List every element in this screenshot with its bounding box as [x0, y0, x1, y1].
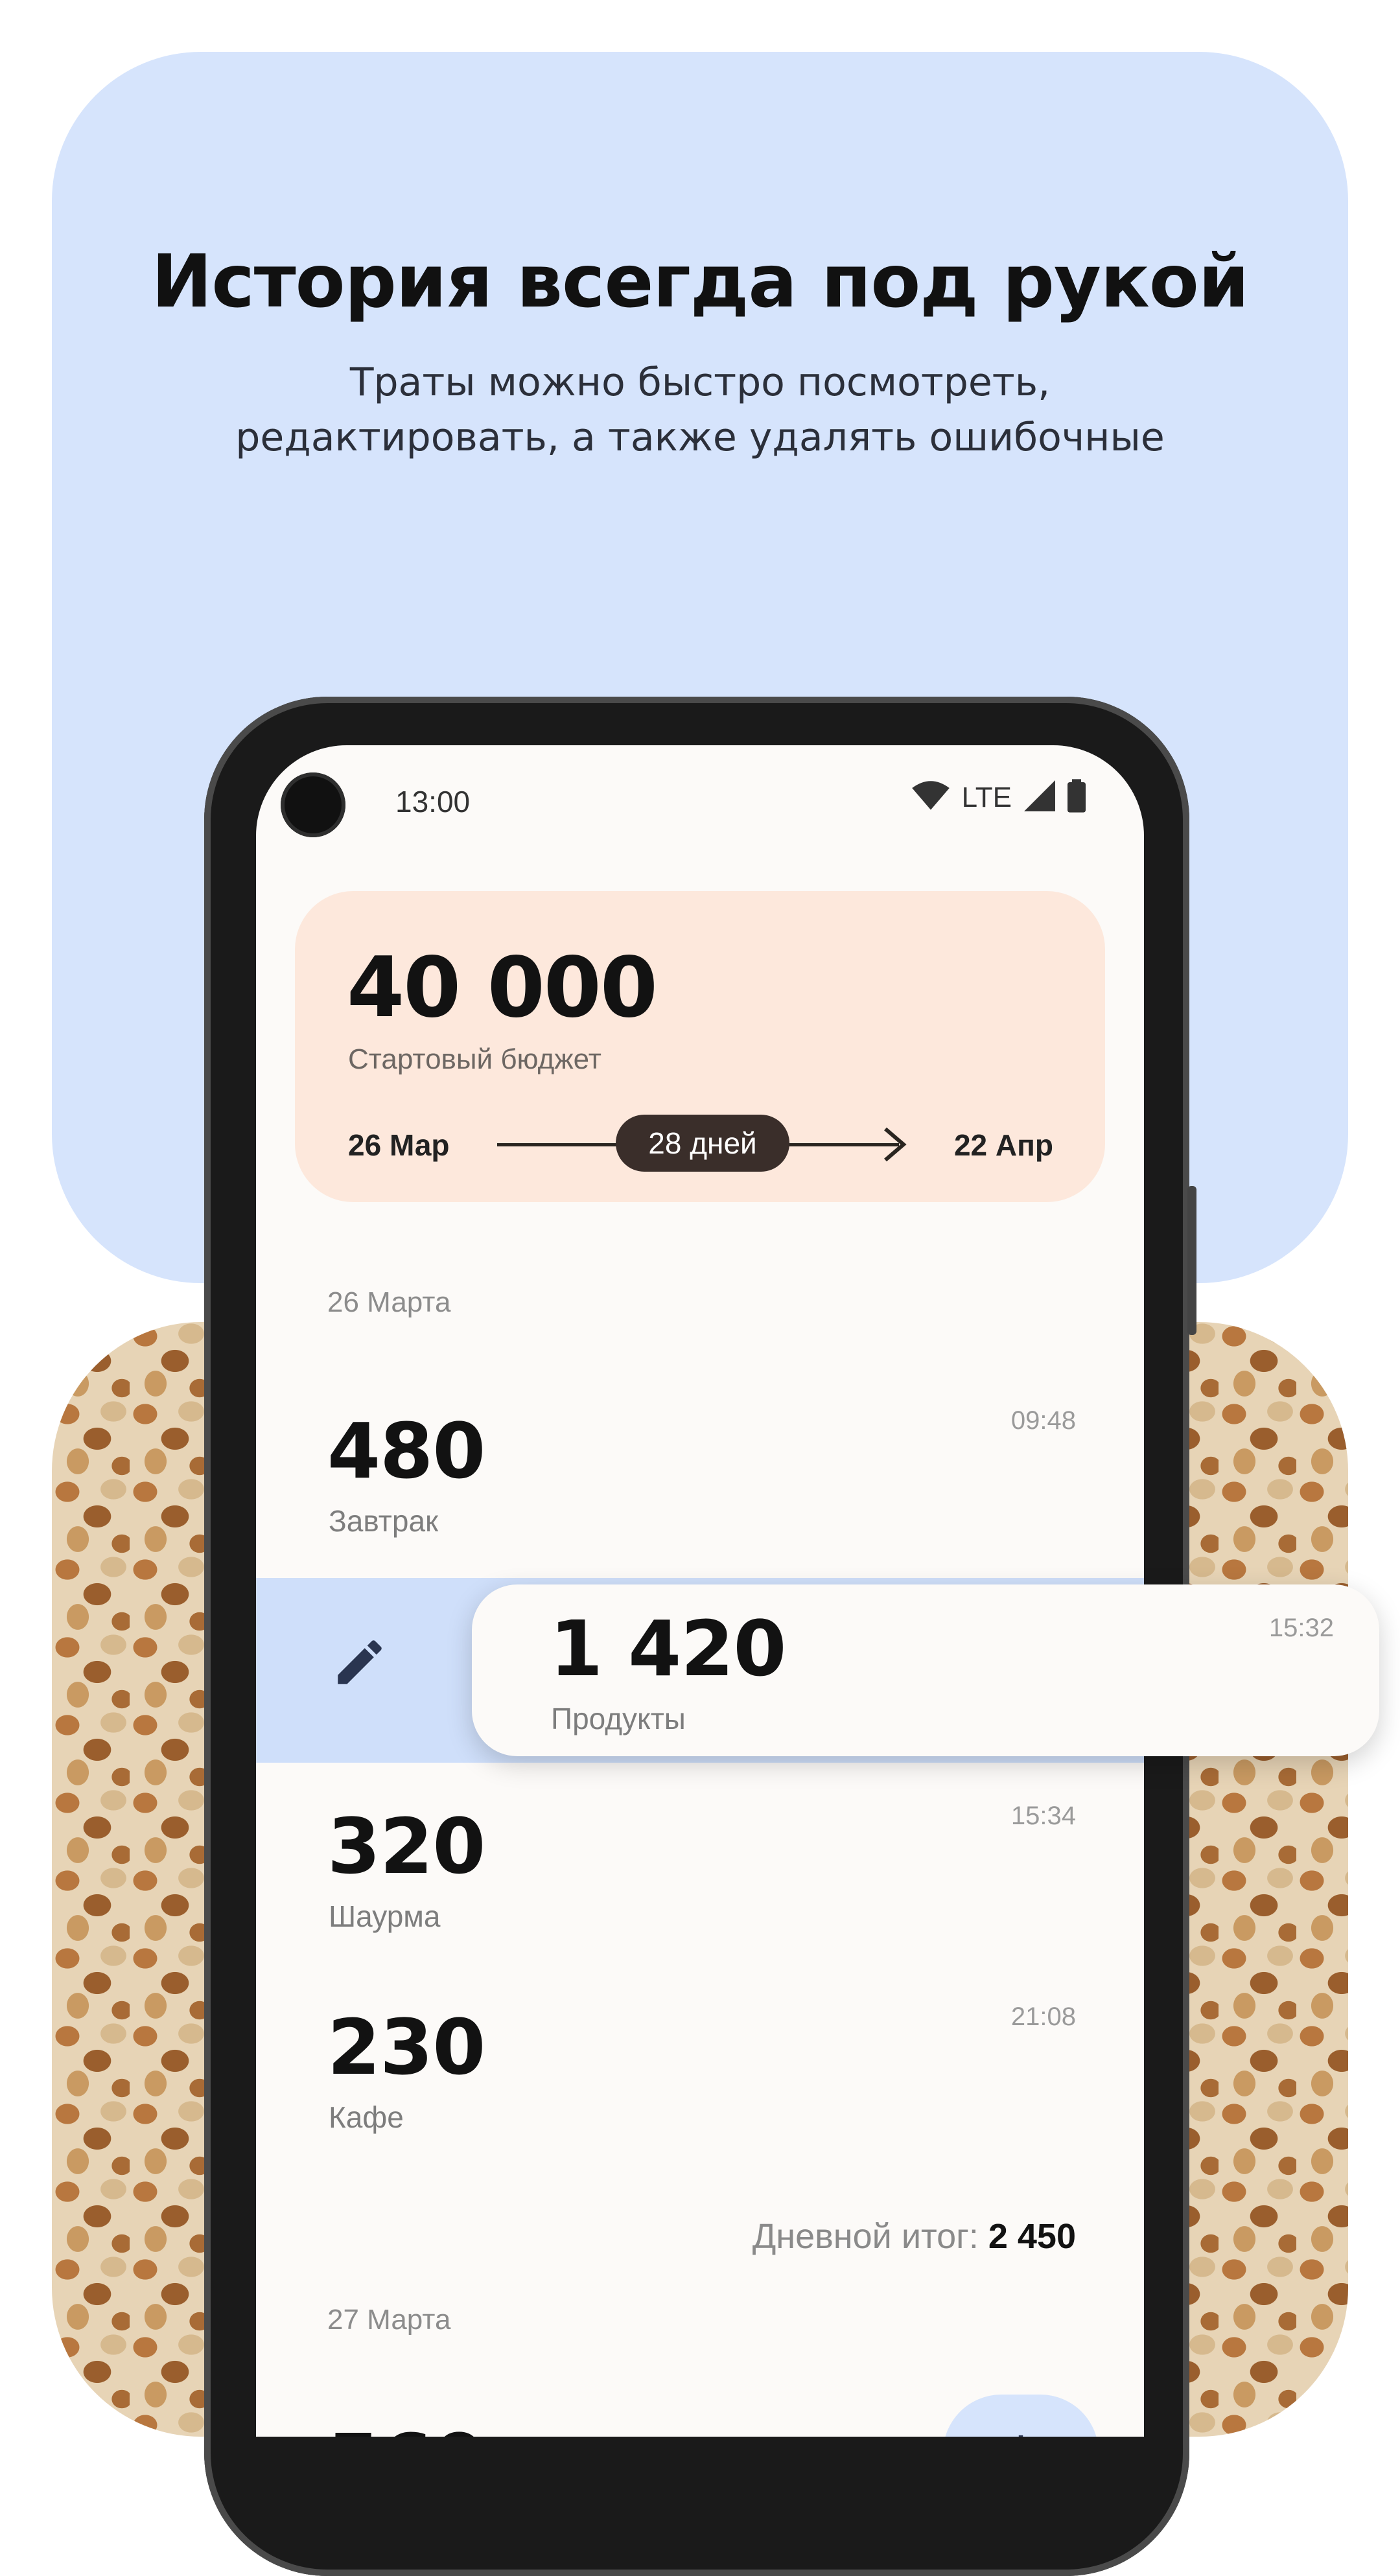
add-expense-button[interactable]: + [943, 2395, 1099, 2437]
expense-item[interactable]: 480 Завтрак 09:48 [256, 1406, 1144, 1549]
budget-amount: 40 000 [347, 940, 658, 1036]
day-header: 26 Марта [327, 1286, 451, 1318]
page-subtitle-line-2: редактировать, а также удалять ошибочные [235, 415, 1165, 460]
period-duration-badge: 28 дней [616, 1115, 789, 1172]
period-end-date: 22 Апр [953, 1128, 1053, 1162]
status-time: 13:00 [395, 785, 471, 818]
budget-card[interactable]: 40 000 Стартовый бюджет 26 Мар 28 дней 2… [295, 891, 1105, 1202]
status-icons: LTE [911, 779, 1086, 816]
signal-icon [1023, 780, 1056, 815]
page-subtitle-line-1: Траты можно быстро посмотреть, [349, 360, 1051, 405]
daily-total: Дневной итог: 2 450 [752, 2216, 1076, 2257]
expense-category: Продукты [551, 1702, 686, 1735]
budget-label: Стартовый бюджет [348, 1043, 601, 1075]
expense-item[interactable]: 320 Шаурма 15:34 [256, 1802, 1144, 1944]
page-headline: История всегда под рукой [151, 240, 1250, 324]
expense-time: 21:08 [1010, 2002, 1076, 2031]
day-header: 27 Марта [327, 2304, 451, 2336]
wifi-icon [911, 780, 950, 815]
expense-amount: 480 [327, 1406, 485, 1496]
expense-category: Завтрак [329, 1504, 439, 1538]
expense-time: 15:34 [1010, 1802, 1076, 1830]
front-camera [281, 772, 345, 837]
expense-amount: 1 420 [550, 1604, 786, 1693]
phone-side-button [1187, 1186, 1196, 1335]
expense-time: 15:32 [1268, 1614, 1334, 1642]
expense-category: Шаурма [329, 1899, 441, 1933]
daily-total-value: 2 450 [988, 2217, 1076, 2256]
expense-amount: 230 [327, 2002, 485, 2092]
expense-category: Кафе [329, 2100, 404, 2134]
period-start-date: 26 Мар [348, 1128, 450, 1162]
budget-period: 26 Мар 28 дней 22 Апр [295, 1115, 1105, 1173]
expense-amount: 560 [327, 2417, 485, 2437]
expense-amount: 320 [327, 1802, 485, 1891]
expense-item[interactable]: 230 Кафе 21:08 [256, 2002, 1144, 2145]
daily-total-label: Дневной итог: [752, 2217, 979, 2256]
status-bar: 13:00 LTE [256, 745, 1144, 842]
expense-time: 09:48 [1010, 1406, 1076, 1435]
expense-item-swiped[interactable]: 1 420 Продукты 15:32 [472, 1584, 1379, 1756]
network-type: LTE [961, 781, 1012, 813]
edit-icon[interactable] [331, 1633, 389, 1695]
arrow-right-icon [881, 1126, 907, 1166]
battery-icon [1068, 779, 1086, 816]
